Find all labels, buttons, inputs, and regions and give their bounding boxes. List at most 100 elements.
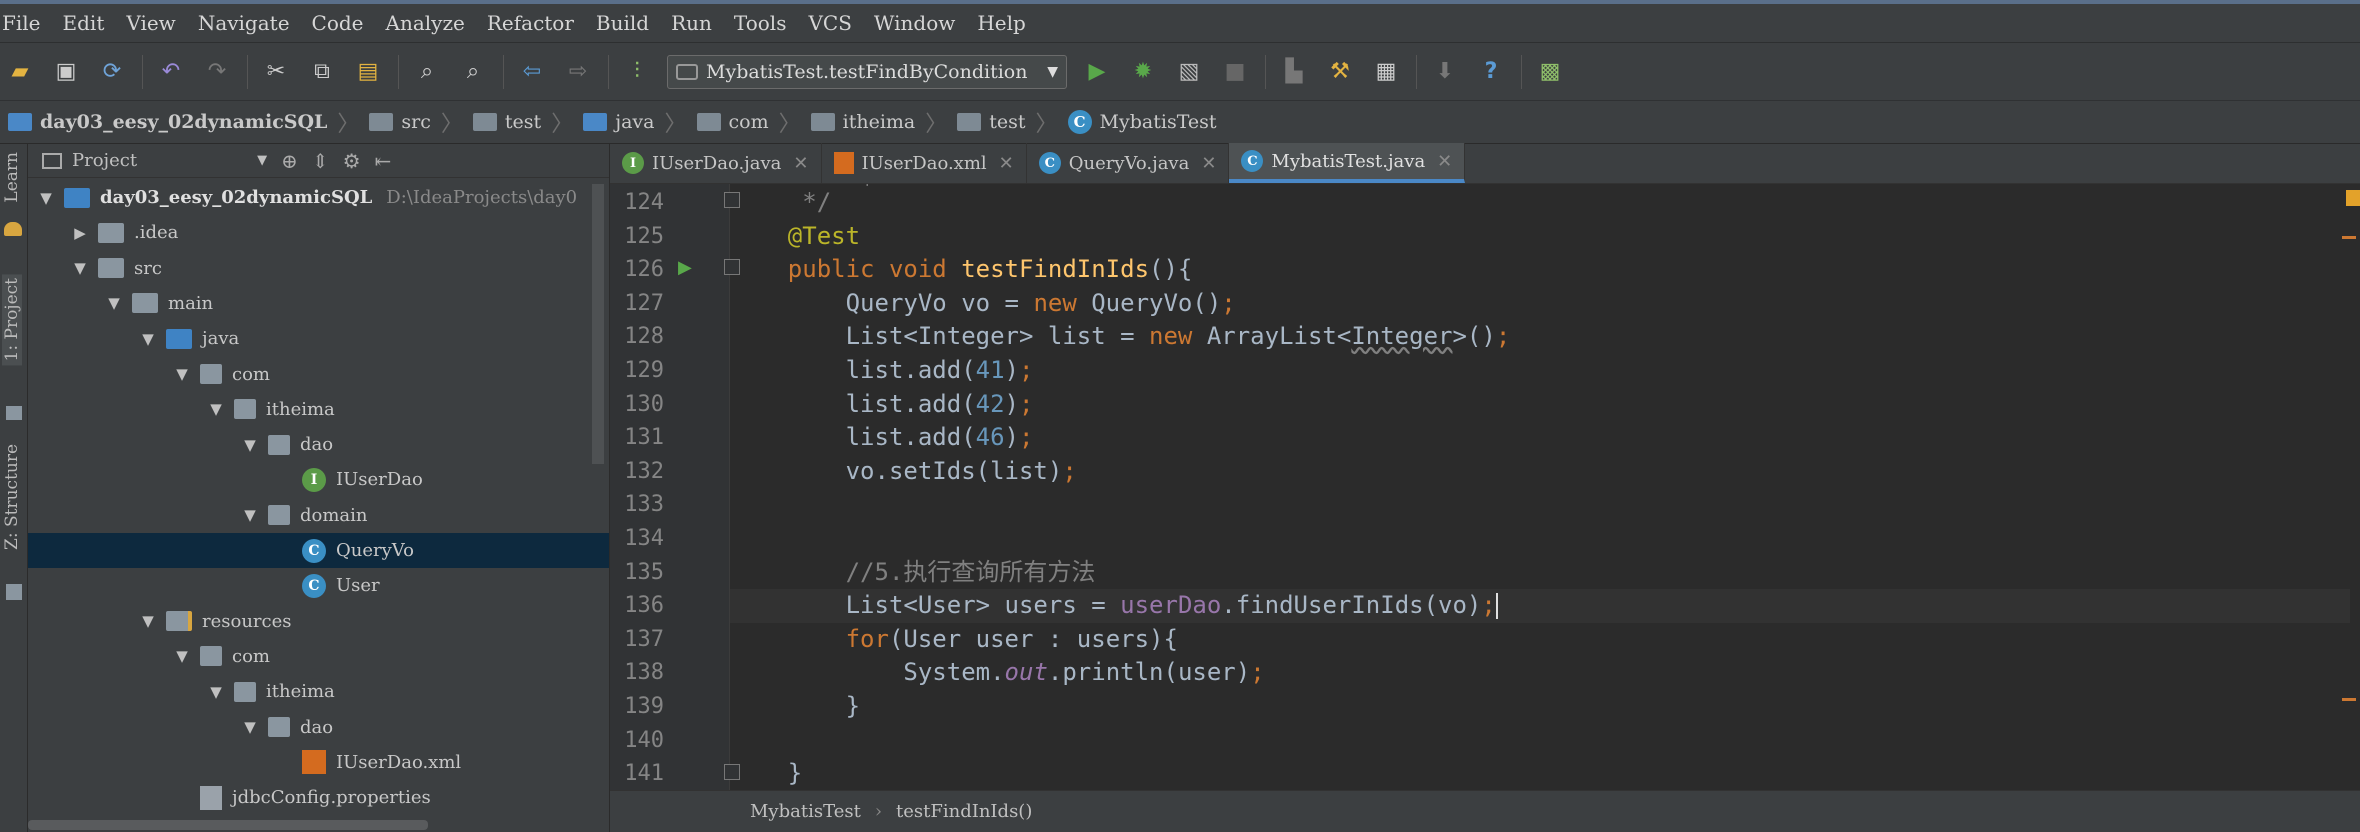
menu-item-build[interactable]: Build [596, 11, 649, 35]
error-stripe-mark[interactable] [2342, 698, 2356, 701]
tree-horizontal-scrollbar[interactable] [28, 820, 428, 830]
expand-arrow-icon[interactable]: ▼ [138, 612, 158, 630]
expand-arrow-icon[interactable]: ▼ [172, 647, 192, 665]
sync-icon[interactable]: ⟳ [96, 56, 128, 88]
menu-item-vcs[interactable]: VCS [808, 11, 851, 35]
sdk-icon[interactable]: ▦ [1370, 56, 1402, 88]
expand-arrow-icon[interactable]: ▼ [240, 436, 260, 454]
expand-arrow-icon[interactable]: ▼ [36, 189, 56, 207]
tree-item[interactable]: ▼ java [28, 321, 609, 356]
run-icon[interactable]: ▶ [1081, 56, 1113, 88]
undo-icon[interactable]: ↶ [155, 56, 187, 88]
menu-item-help[interactable]: Help [977, 11, 1025, 35]
breadcrumb-item[interactable]: day03_eesy_02dynamicSQL 〉 [8, 106, 359, 138]
close-icon[interactable]: ✕ [793, 153, 808, 174]
find-icon[interactable]: ⌕ [411, 56, 443, 88]
menu-item-window[interactable]: Window [874, 11, 955, 35]
breadcrumb-item[interactable]: itheima 〉 [810, 106, 947, 138]
menu-item-navigate[interactable]: Navigate [198, 11, 290, 35]
menu-item-view[interactable]: View [126, 11, 175, 35]
structure-tab[interactable]: Z: Structure [2, 444, 22, 550]
tree-item[interactable]: C QueryVo [28, 533, 609, 568]
run-config-select[interactable]: MybatisTest.testFindByCondition ▼ [667, 54, 1067, 89]
tree-item[interactable]: ▼ resources [28, 604, 609, 639]
back-icon[interactable]: ⇦ [516, 56, 548, 88]
tree-item[interactable]: ▼ day03_eesy_02dynamicSQL D:\IdeaProjects\… [28, 180, 609, 215]
expand-arrow-icon[interactable]: ▼ [206, 683, 226, 701]
tree-item[interactable]: ▼ main [28, 286, 609, 321]
error-stripe-mark[interactable] [2342, 236, 2356, 239]
close-icon[interactable]: ✕ [1201, 153, 1216, 174]
expand-arrow-icon[interactable]: ▼ [240, 506, 260, 524]
tree-item[interactable]: C User [28, 568, 609, 603]
sync-project-icon[interactable]: ▩ [1534, 56, 1566, 88]
vcs-icon[interactable]: ⬇ [1429, 56, 1461, 88]
breadcrumb-item[interactable]: com 〉 [696, 106, 801, 138]
collapse-all-icon[interactable]: ⇕ [312, 149, 329, 173]
tree-item[interactable]: ▼ domain [28, 498, 609, 533]
debug-icon[interactable]: ✹ [1127, 56, 1159, 88]
collapse-arrow-icon[interactable]: ▶ [70, 224, 90, 242]
coverage-icon[interactable]: ▧ [1173, 56, 1205, 88]
tree-item[interactable]: ▼ itheima [28, 392, 609, 427]
close-icon[interactable]: ✕ [1437, 151, 1452, 172]
breadcrumb-item[interactable]: test 〉 [957, 106, 1058, 138]
menu-item-run[interactable]: Run [671, 11, 712, 35]
menu-item-file[interactable]: File [2, 11, 41, 35]
expand-arrow-icon[interactable]: ▼ [172, 365, 192, 383]
menu-item-refactor[interactable]: Refactor [487, 11, 574, 35]
tree-item[interactable]: ▼ itheima [28, 674, 609, 709]
tree-item[interactable]: IUserDao.xml [28, 745, 609, 780]
error-stripe-marker[interactable] [2346, 190, 2360, 206]
build-icon[interactable]: ⫶ [621, 56, 653, 88]
tree-item[interactable]: ▼ com [28, 357, 609, 392]
replace-icon[interactable]: ⌕ [457, 56, 489, 88]
tree-item[interactable]: ▼ dao [28, 710, 609, 745]
cut-icon[interactable]: ✂ [260, 56, 292, 88]
menu-item-tools[interactable]: Tools [734, 11, 787, 35]
project-tab[interactable]: 1: Project [2, 274, 22, 366]
expand-arrow-icon[interactable]: ▼ [70, 259, 90, 277]
expand-arrow-icon[interactable]: ▼ [104, 294, 124, 312]
tab-queryvo-java[interactable]: C QueryVo.java ✕ [1027, 143, 1230, 183]
tree-item[interactable]: ▼ dao [28, 427, 609, 462]
expand-arrow-icon[interactable]: ▼ [240, 718, 260, 736]
tab-mybatistest-java[interactable]: C MybatisTest.java ✕ [1229, 143, 1466, 183]
project-panel-title[interactable]: Project [72, 150, 137, 171]
run-test-icon[interactable]: ▶ [678, 257, 692, 278]
expand-arrow-icon[interactable]: ▼ [138, 330, 158, 348]
learn-tab[interactable]: Learn [2, 152, 22, 203]
tree-item[interactable]: jdbcConfig.properties [28, 780, 609, 815]
tab-iuserdao-xml[interactable]: IUserDao.xml ✕ [822, 143, 1027, 183]
tree-scrollbar[interactable] [592, 184, 604, 464]
expand-arrow-icon[interactable]: ▼ [206, 400, 226, 418]
menu-item-edit[interactable]: Edit [63, 11, 105, 35]
redo-icon[interactable]: ↷ [201, 56, 233, 88]
open-icon[interactable]: ▰ [4, 56, 36, 88]
menu-item-analyze[interactable]: Analyze [386, 11, 465, 35]
project-structure-icon[interactable]: ⚒ [1324, 56, 1356, 88]
tree-item[interactable]: ▼ com [28, 639, 609, 674]
chevron-down-icon[interactable]: ▼ [257, 153, 267, 168]
close-icon[interactable]: ✕ [999, 153, 1014, 174]
help-icon[interactable]: ? [1475, 56, 1507, 88]
save-icon[interactable]: ▣ [50, 56, 82, 88]
breadcrumb-item[interactable]: src 〉 [369, 106, 463, 138]
paste-icon[interactable]: ▤ [352, 56, 384, 88]
code-editor[interactable]: 124 125 126 127 128 129 130 131 132 133 134 135 136 1… [610, 184, 2360, 790]
stop-icon[interactable]: ■ [1219, 56, 1251, 88]
tree-item[interactable]: ▶ .idea [28, 215, 609, 250]
breadcrumb-item[interactable]: test 〉 [472, 106, 573, 138]
copy-icon[interactable]: ⧉ [306, 56, 338, 88]
tree-item[interactable]: I IUserDao [28, 462, 609, 497]
breadcrumb-item[interactable]: C MybatisTest [1067, 110, 1217, 134]
tab-iuserdao-java[interactable]: I IUserDao.java ✕ [610, 143, 822, 183]
footer-method-crumb[interactable]: testFindInIds() [896, 801, 1032, 822]
footer-class-crumb[interactable]: MybatisTest [750, 801, 861, 822]
breadcrumb-item[interactable]: java 〉 [583, 106, 687, 138]
forward-icon[interactable]: ⇨ [562, 56, 594, 88]
attach-icon[interactable]: ▙ [1278, 56, 1310, 88]
code-area[interactable]: * */ @Test public void testFindInIds(){ … [730, 184, 2350, 790]
settings-gear-icon[interactable]: ⚙ [343, 149, 361, 173]
hide-panel-icon[interactable]: ⇤ [375, 149, 392, 173]
